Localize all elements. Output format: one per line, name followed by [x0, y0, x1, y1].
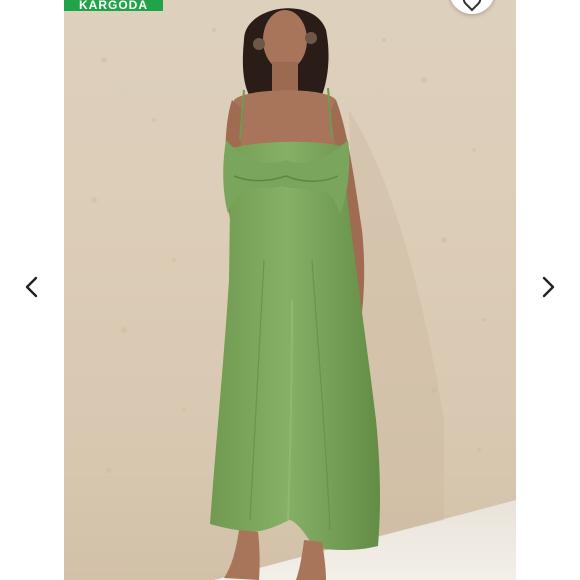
- image-viewer: KARGODA: [0, 0, 580, 580]
- previous-image-button[interactable]: [17, 272, 47, 302]
- face: [263, 10, 307, 70]
- chevron-left-icon: [25, 276, 38, 298]
- dress-photo: [91, 8, 516, 580]
- cargo-badge-label: KARGODA: [79, 0, 148, 11]
- next-image-button[interactable]: [533, 272, 563, 302]
- product-photo[interactable]: [64, 0, 516, 580]
- heart-icon: [462, 0, 482, 12]
- chevron-right-icon: [542, 276, 555, 298]
- favorite-button[interactable]: [449, 0, 495, 14]
- cargo-badge: KARGODA: [64, 0, 163, 11]
